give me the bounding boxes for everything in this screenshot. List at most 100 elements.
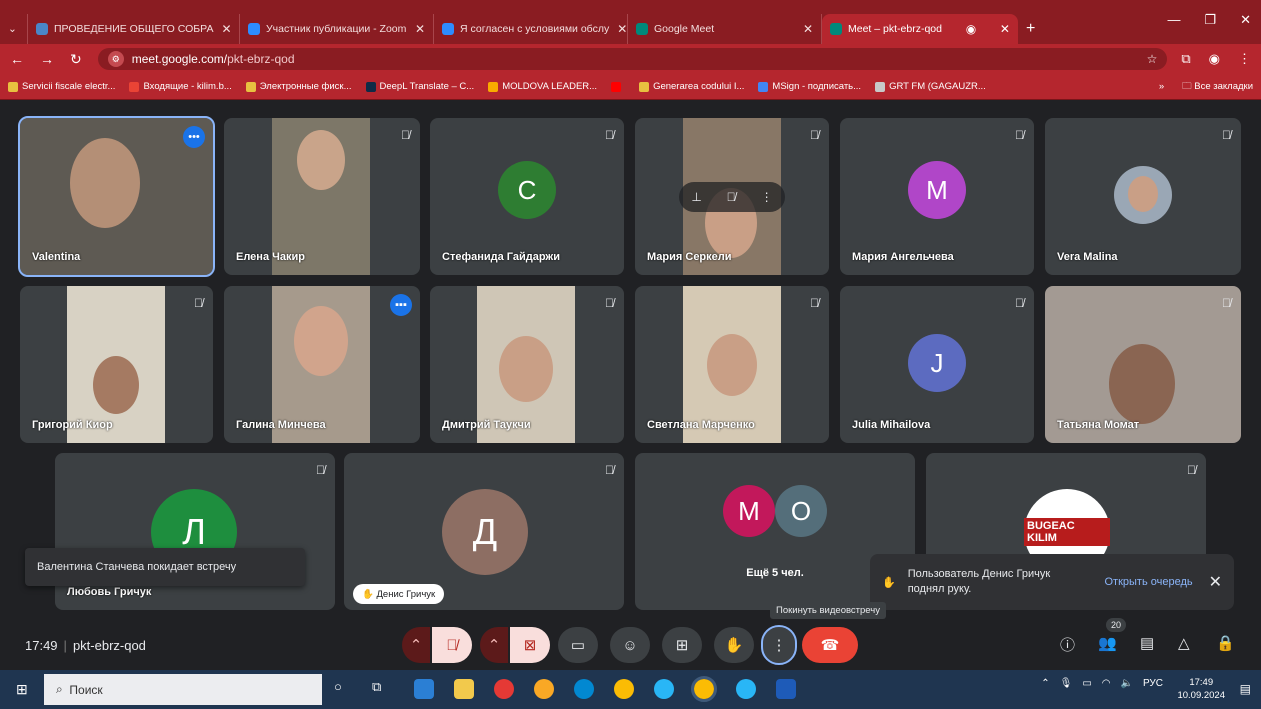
- chat-icon[interactable]: ▤: [1140, 634, 1154, 652]
- more-options-icon[interactable]: •••: [183, 126, 205, 148]
- bookmark-1[interactable]: Servicii fiscale electr...: [8, 81, 115, 92]
- bookmark-2[interactable]: Входящие - kilim.b...: [129, 81, 232, 92]
- star-icon[interactable]: ☆: [1147, 52, 1158, 66]
- participant-tile[interactable]: 🎙̸ Vera Malina: [1045, 118, 1241, 275]
- close-window-icon[interactable]: ✕: [1240, 12, 1251, 28]
- chrome-icon[interactable]: [614, 679, 634, 699]
- mic-icon[interactable]: 🎙: [1060, 678, 1073, 689]
- maximize-icon[interactable]: ❐: [1204, 12, 1216, 28]
- windows-start-icon[interactable]: ⊞: [16, 681, 28, 698]
- more-options-button[interactable]: ⋮: [761, 625, 797, 665]
- participant-tile[interactable]: 🎙̸ Светлана Марченко: [635, 286, 829, 443]
- chrome-active-icon[interactable]: [691, 676, 717, 702]
- raise-hand-button[interactable]: ✋: [714, 627, 754, 663]
- battery-icon[interactable]: ▭: [1082, 678, 1091, 689]
- site-info-icon[interactable]: ⚙: [107, 51, 124, 67]
- profile-icon[interactable]: ◉: [1209, 51, 1220, 67]
- reload-icon[interactable]: ↻: [70, 51, 82, 68]
- bookmark-8[interactable]: GRT FM (GAGAUZR...: [875, 81, 986, 92]
- open-queue-link[interactable]: Открыть очередь: [1104, 576, 1192, 588]
- yandex-icon[interactable]: [494, 679, 514, 699]
- tab-1[interactable]: ПРОВЕДЕНИЕ ОБЩЕГО СОБРА ✕: [28, 14, 240, 44]
- menu-icon[interactable]: ⋮: [1238, 51, 1251, 67]
- bookmark-7[interactable]: MSign - подписать...: [758, 81, 861, 92]
- taskbar-clock[interactable]: 17:49 10.09.2024: [1177, 676, 1225, 702]
- participant-tile[interactable]: С 🎙̸ Стефанида Гайдаржи: [430, 118, 624, 275]
- meeting-details-icon[interactable]: ⓘ: [1060, 634, 1075, 655]
- bookmark-3[interactable]: Электронные фиск...: [245, 81, 352, 92]
- leave-call-button[interactable]: ☎: [802, 627, 858, 663]
- close-icon[interactable]: ✕: [992, 22, 1010, 36]
- camera-off-icon: ⊠: [523, 637, 537, 654]
- url-field[interactable]: ⚙ meet.google.com/pkt-ebrz-qod ☆: [97, 48, 1168, 70]
- participant-tile[interactable]: Л 🎙̸ Любовь Гричук: [55, 453, 335, 610]
- tab-2[interactable]: Участник публикации - Zoom ✕: [240, 14, 434, 44]
- file-explorer-icon[interactable]: [454, 679, 474, 699]
- participant-tile[interactable]: J 🎙̸ Julia Mihailova: [840, 286, 1034, 443]
- participant-tile[interactable]: ••• Valentina: [18, 116, 215, 277]
- participant-tile[interactable]: 🎙̸ Татьяна Момат: [1045, 286, 1241, 443]
- more-options-icon[interactable]: ⋮: [761, 190, 773, 204]
- mic-off-icon: 🎙̸: [1015, 128, 1024, 142]
- raised-hand-chip: ✋ Денис Гричук: [353, 584, 445, 604]
- forward-icon[interactable]: →: [40, 51, 54, 67]
- new-tab-button[interactable]: +: [1018, 20, 1043, 44]
- extensions-icon[interactable]: ⧉: [1181, 51, 1190, 67]
- language-indicator[interactable]: РУС: [1143, 678, 1163, 689]
- tab-5-active[interactable]: Meet – pkt-ebrz-qod ◉ ✕: [822, 14, 1018, 44]
- wifi-icon[interactable]: ◠: [1102, 678, 1111, 689]
- close-icon[interactable]: ✕: [407, 22, 425, 36]
- participant-tile[interactable]: 🎙̸ Григорий Киор: [20, 286, 213, 443]
- search-icon: ⌕: [56, 682, 63, 696]
- bookmark-5[interactable]: MOLDOVA LEADER...: [488, 81, 597, 92]
- bookmark-youtube[interactable]: [611, 81, 625, 92]
- chevron-up-icon[interactable]: ⌃: [1041, 678, 1049, 689]
- notifications-icon[interactable]: ▤: [1240, 682, 1251, 696]
- all-bookmarks-folder[interactable]: 🗀 Все закладки: [1182, 79, 1253, 95]
- participant-tile[interactable]: М 🎙̸ Мария Ангельчева: [840, 118, 1034, 275]
- camera-toggle-button[interactable]: ⊠: [510, 627, 550, 663]
- close-icon[interactable]: ✕: [213, 22, 231, 36]
- edge-icon[interactable]: [414, 679, 434, 699]
- audio-settings-button[interactable]: ⌃: [402, 627, 430, 663]
- skype-icon[interactable]: [574, 679, 594, 699]
- back-icon[interactable]: ←: [10, 51, 24, 67]
- mic-off-icon: 🎙̸: [1187, 463, 1196, 477]
- microphone-toggle-button[interactable]: 🎙̸: [432, 627, 472, 663]
- participant-tile[interactable]: ▪▪▪ Галина Минчева: [224, 286, 420, 443]
- taskbar-search[interactable]: ⌕ Поиск: [44, 674, 322, 705]
- activities-icon[interactable]: △: [1178, 634, 1190, 652]
- bookmark-4[interactable]: DeepL Translate – C...: [365, 81, 474, 92]
- captions-button[interactable]: ▭: [558, 627, 598, 663]
- more-bookmarks-icon[interactable]: »: [1159, 81, 1164, 92]
- people-button[interactable]: 20 👥: [1098, 618, 1127, 652]
- mic-off-icon: 🎙̸: [605, 296, 614, 310]
- close-icon[interactable]: ✕: [609, 22, 627, 36]
- cortana-icon[interactable]: ○: [334, 679, 354, 699]
- meet-icon: [636, 23, 648, 35]
- tab-3[interactable]: Я согласен с условиями обслу ✕: [434, 14, 628, 44]
- close-icon[interactable]: ✕: [795, 22, 813, 36]
- reactions-button[interactable]: ☺: [610, 627, 650, 663]
- tab-4[interactable]: Google Meet ✕: [628, 14, 822, 44]
- bookmark-6[interactable]: Generarea codului I...: [639, 81, 744, 92]
- mic-off-icon: 🎙̸: [1222, 128, 1231, 142]
- present-icon: ⊞: [675, 637, 689, 654]
- close-icon[interactable]: ✕: [1209, 572, 1222, 592]
- minimize-icon[interactable]: —: [1167, 12, 1180, 28]
- telegram-icon[interactable]: [654, 679, 674, 699]
- host-controls-icon[interactable]: 🔒: [1216, 634, 1235, 652]
- video-settings-button[interactable]: ⌃: [480, 627, 508, 663]
- pin-icon[interactable]: ⊥: [691, 190, 701, 204]
- participant-video: [70, 138, 140, 228]
- telegram-icon[interactable]: [736, 679, 756, 699]
- present-button[interactable]: ⊞: [662, 627, 702, 663]
- participant-tile[interactable]: 🎙̸ Елена Чакир: [224, 118, 420, 275]
- participant-tile[interactable]: ⊥ 🎙̸ ⋮ 🎙̸ Мария Серкели: [635, 118, 829, 275]
- volume-icon[interactable]: 🔈: [1121, 678, 1133, 689]
- word-icon[interactable]: [776, 679, 796, 699]
- app-icon[interactable]: [534, 679, 554, 699]
- participant-tile[interactable]: 🎙̸ Дмитрий Таукчи: [430, 286, 624, 443]
- tab-search-button[interactable]: ⌄: [8, 14, 28, 44]
- task-view-icon[interactable]: ⧉: [372, 679, 392, 699]
